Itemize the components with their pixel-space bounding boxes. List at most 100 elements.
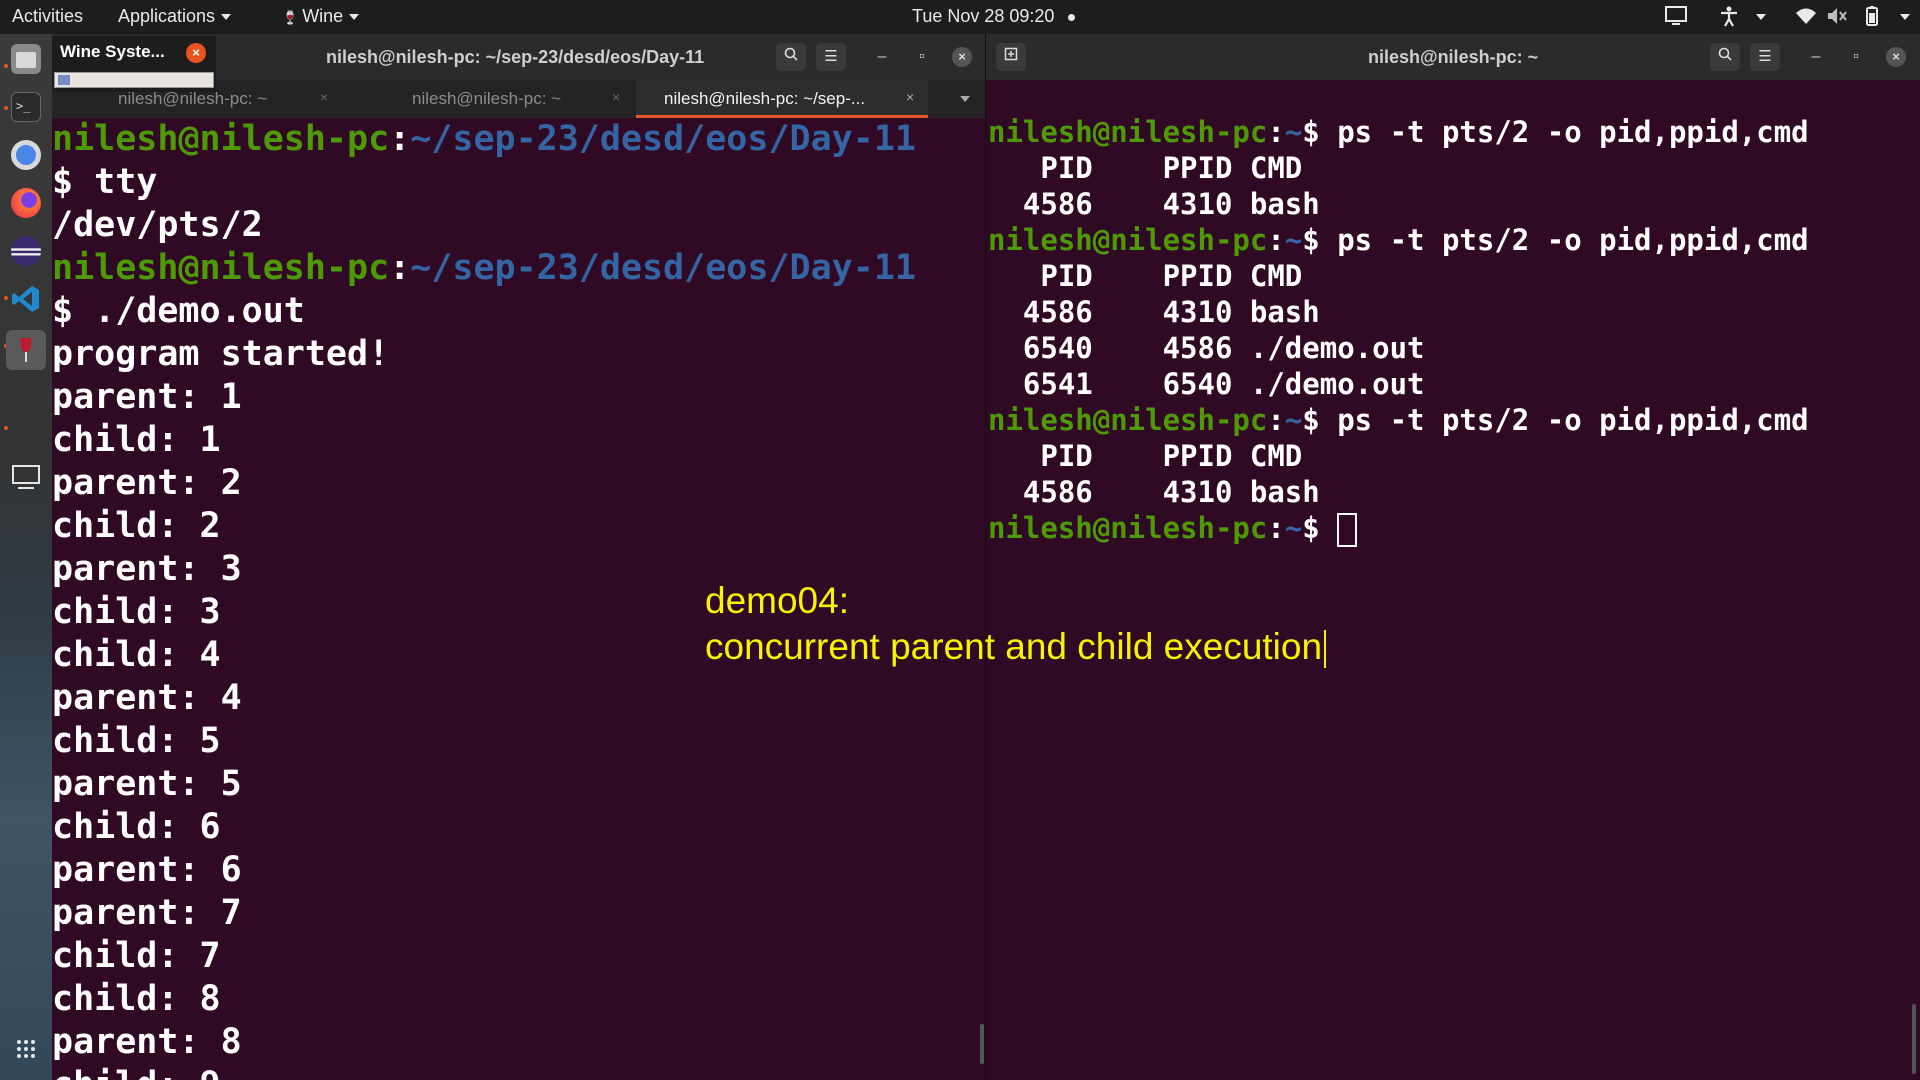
minimize-button[interactable]: –: [870, 45, 894, 69]
prompt-line: nilesh@nilesh-pc:~$ ps -t pts/2 -o pid,p…: [988, 403, 1809, 437]
window-title: nilesh@nilesh-pc: ~/sep-23/desd/eos/Day-…: [326, 47, 705, 67]
running-indicator: [4, 296, 8, 300]
battery-icon[interactable]: [1860, 5, 1884, 32]
clock[interactable]: Tue Nov 28 09:20: [912, 6, 1076, 27]
prompt-line: nilesh@nilesh-pc:~$: [988, 510, 1809, 547]
scrollbar[interactable]: [1912, 1004, 1916, 1074]
table-row: 4586 4310 bash: [988, 187, 1320, 221]
new-tab-button[interactable]: [996, 43, 1026, 71]
wine-icon[interactable]: [6, 330, 46, 370]
close-button[interactable]: ×: [952, 47, 972, 67]
output-line: parent: 4: [52, 678, 242, 718]
table-header: PID PPID CMD: [988, 439, 1303, 473]
command-line: $ tty: [52, 162, 158, 202]
tab-close-icon[interactable]: ×: [612, 89, 620, 105]
eclipse-icon[interactable]: [11, 236, 41, 266]
window-title: nilesh@nilesh-pc: ~: [1368, 47, 1539, 67]
scrollbar[interactable]: [980, 1024, 984, 1064]
wifi-icon[interactable]: [1794, 6, 1818, 31]
firefox-icon[interactable]: [11, 188, 41, 218]
maximize-button[interactable]: ▫: [1844, 45, 1868, 69]
right-terminal-header: nilesh@nilesh-pc: ~ ☰ – ▫ ×: [986, 34, 1920, 80]
new-tab-icon: [1004, 47, 1018, 61]
left-terminal-window[interactable]: nilesh@nilesh-pc: ~/sep-23/desd/eos/Day-…: [52, 34, 985, 1080]
output-line: parent: 8: [52, 1022, 242, 1062]
terminal-cursor: [1337, 513, 1358, 547]
output-line: parent: 6: [52, 850, 242, 890]
files-icon[interactable]: [11, 44, 41, 74]
right-terminal-window[interactable]: nilesh@nilesh-pc: ~ ☰ – ▫ × nilesh@niles…: [986, 34, 1920, 1080]
close-button[interactable]: ×: [1886, 47, 1906, 67]
output-line: child: 9: [52, 1064, 916, 1080]
tab-close-icon[interactable]: ×: [320, 89, 328, 105]
chevron-down-icon: [349, 14, 360, 21]
volume-muted-icon[interactable]: [1826, 6, 1850, 31]
output-line: parent: 1: [52, 377, 242, 417]
accessibility-icon[interactable]: [1718, 5, 1740, 32]
tab-close-icon[interactable]: ×: [906, 89, 914, 105]
output-line: program started!: [52, 334, 390, 374]
chromium-icon[interactable]: [11, 140, 41, 170]
tab-home-2[interactable]: nilesh@nilesh-pc: ~ ×: [344, 80, 636, 118]
chevron-down-icon[interactable]: [1756, 14, 1766, 20]
wine-system-tray-popup[interactable]: Wine Syste... ×: [52, 36, 216, 92]
close-icon: ×: [958, 49, 966, 64]
search-icon: [784, 47, 798, 61]
prompt-line: nilesh@nilesh-pc:~$ ps -t pts/2 -o pid,p…: [988, 115, 1809, 149]
close-icon: ×: [1892, 49, 1900, 64]
activities-button[interactable]: Activities: [12, 6, 83, 27]
tab-day-11[interactable]: nilesh@nilesh-pc: ~/sep-... ×: [636, 80, 928, 118]
menu-button[interactable]: ☰: [816, 43, 846, 71]
prompt-line: nilesh@nilesh-pc:~$ ps -t pts/2 -o pid,p…: [988, 223, 1809, 257]
table-row: 6541 6540 ./demo.out: [988, 367, 1425, 401]
vscode-icon[interactable]: [11, 284, 41, 314]
top-bar: Activities Applications 🍷 Wine Tue Nov 28…: [0, 0, 1920, 34]
screen-icon[interactable]: [11, 462, 41, 492]
prompt-line: nilesh@nilesh-pc:~/sep-23/desd/eos/Day-1…: [52, 119, 916, 159]
terminal-output[interactable]: nilesh@nilesh-pc:~$ ps -t pts/2 -o pid,p…: [988, 114, 1809, 547]
search-button[interactable]: [1710, 43, 1740, 71]
search-icon: [1718, 47, 1732, 61]
tray-window-icon: [58, 75, 70, 85]
display-icon[interactable]: [1664, 5, 1688, 32]
maximize-icon: ▫: [1853, 48, 1859, 65]
output-line: child: 8: [52, 979, 221, 1019]
output-line: child: 1: [52, 420, 221, 460]
command-line: $ ./demo.out: [52, 291, 305, 331]
window-thumbnail[interactable]: [54, 72, 214, 88]
terminal-icon[interactable]: >_: [11, 92, 41, 122]
running-indicator: [4, 106, 8, 110]
minimize-icon: –: [877, 48, 887, 65]
table-row: 4586 4310 bash: [988, 295, 1320, 329]
wine-menu[interactable]: 🍷 Wine: [282, 6, 360, 27]
app-grid-icon[interactable]: [11, 1034, 41, 1064]
chevron-down-icon: [221, 14, 232, 21]
close-icon[interactable]: ×: [186, 43, 206, 63]
chevron-down-icon[interactable]: [1900, 14, 1910, 20]
running-indicator: [4, 64, 8, 68]
output-line: parent: 5: [52, 764, 242, 804]
running-indicator: [4, 426, 8, 430]
table-row: 6540 4586 ./demo.out: [988, 331, 1425, 365]
tab-list-button[interactable]: [946, 80, 976, 118]
output-line: child: 2: [52, 506, 221, 546]
minimize-icon: –: [1811, 48, 1821, 65]
table-header: PID PPID CMD: [988, 151, 1303, 185]
output-line: parent: 2: [52, 463, 242, 503]
search-button[interactable]: [776, 43, 806, 71]
notification-dot-icon: [1068, 13, 1076, 21]
applications-menu[interactable]: Applications: [118, 6, 232, 27]
chevron-down-icon: [960, 96, 970, 102]
hamburger-icon: ☰: [824, 48, 838, 65]
output-line: child: 7: [52, 936, 221, 976]
wine-glass-icon: 🍷: [282, 10, 299, 25]
dock: >_: [0, 34, 52, 1080]
minimize-button[interactable]: –: [1804, 45, 1828, 69]
maximize-button[interactable]: ▫: [910, 45, 934, 69]
prompt-line: nilesh@nilesh-pc:~/sep-23/desd/eos/Day-1…: [52, 248, 916, 288]
output-line: child: 6: [52, 807, 221, 847]
hamburger-icon: ☰: [1758, 48, 1772, 65]
annotation-text: demo04: concurrent parent and child execu…: [705, 578, 1327, 670]
output-line: child: 5: [52, 721, 221, 761]
menu-button[interactable]: ☰: [1750, 43, 1780, 71]
